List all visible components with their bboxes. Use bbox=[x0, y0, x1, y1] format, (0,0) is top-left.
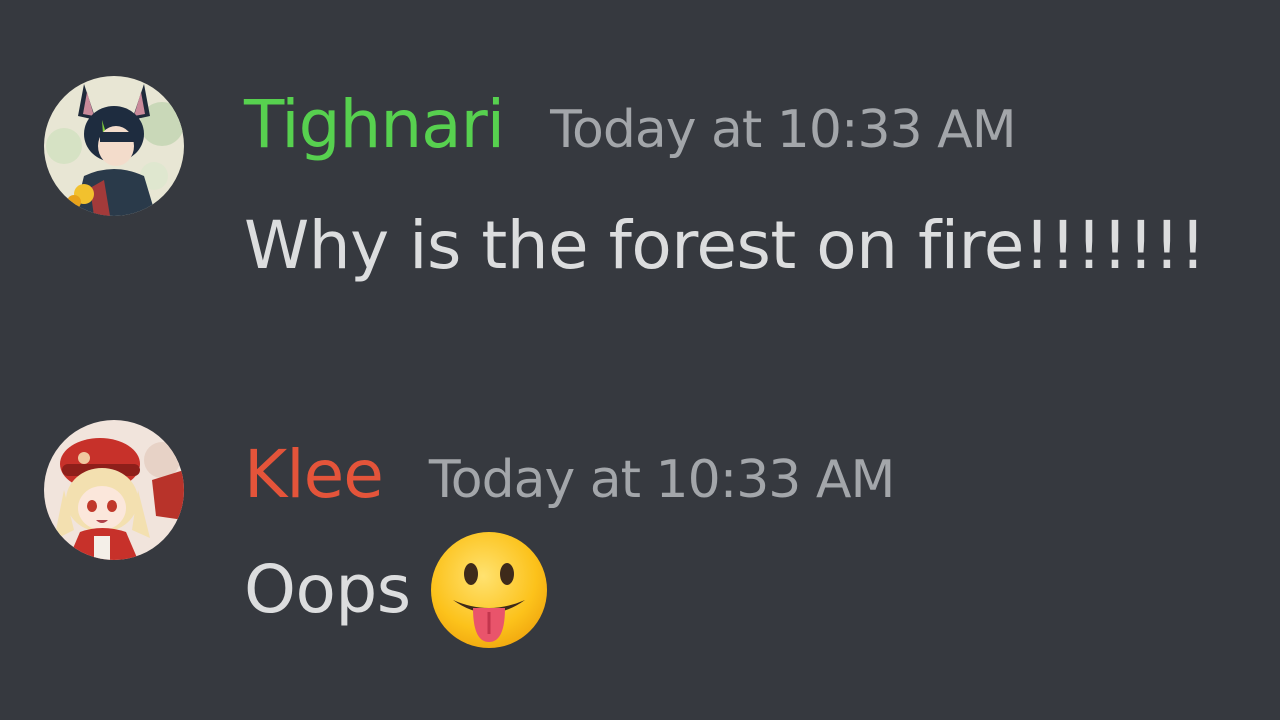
chat-message: Tighnari Today at 10:33 AM Why is the fo… bbox=[0, 0, 1280, 330]
chat-message-list: Tighnari Today at 10:33 AM Why is the fo… bbox=[0, 0, 1280, 720]
message-content: Oops bbox=[244, 530, 549, 650]
klee-avatar[interactable] bbox=[44, 420, 184, 560]
message-header: Tighnari Today at 10:33 AM bbox=[244, 92, 1017, 158]
username[interactable]: Klee bbox=[244, 442, 384, 508]
message-content: Why is the forest on fire!!!!!!! bbox=[244, 213, 1206, 279]
timestamp[interactable]: Today at 10:33 AM bbox=[429, 454, 896, 506]
tighnari-avatar-image bbox=[44, 76, 184, 216]
message-header: Klee Today at 10:33 AM bbox=[244, 442, 896, 508]
face-with-tongue-emoji bbox=[429, 530, 549, 650]
username[interactable]: Tighnari bbox=[244, 92, 505, 158]
timestamp[interactable]: Today at 10:33 AM bbox=[550, 104, 1017, 156]
tighnari-avatar[interactable] bbox=[44, 76, 184, 216]
chat-message: Klee Today at 10:33 AM Oops bbox=[0, 390, 1280, 690]
message-text: Oops bbox=[244, 551, 411, 628]
message-text: Why is the forest on fire!!!!!!! bbox=[244, 207, 1206, 284]
klee-avatar-image bbox=[44, 420, 184, 560]
